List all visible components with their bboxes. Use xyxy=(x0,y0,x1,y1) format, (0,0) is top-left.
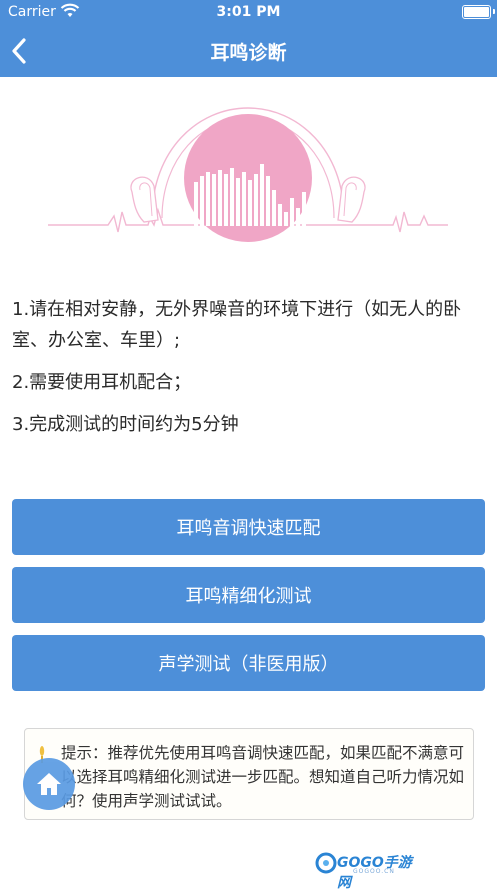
instruction-item: 1.请在相对安静，无外界噪音的环境下进行（如无人的卧室、办公室、车里）; xyxy=(12,299,462,351)
tip-box: 提示：推荐优先使用耳鸣音调快速匹配，如果匹配不满意可以选择耳鸣精细化测试进一步匹… xyxy=(24,728,474,820)
status-bar: Carrier 3:01 PM xyxy=(0,0,497,26)
battery-icon xyxy=(462,5,495,19)
watermark-domain: GOGOO.CN xyxy=(353,868,395,875)
fine-test-button[interactable]: 耳鸣精细化测试 xyxy=(12,567,485,623)
clock: 3:01 PM xyxy=(216,4,281,20)
watermark: GOGO手游网 GOGOO.CN xyxy=(315,850,425,891)
page-title: 耳鸣诊断 xyxy=(210,42,287,64)
instructions-list: 1.请在相对安静，无外界噪音的环境下进行（如无人的卧室、办公室、车里）; 2.需… xyxy=(12,294,482,451)
nav-bar: Carrier 3:01 PM 耳鸣诊断 xyxy=(0,0,497,77)
instruction-item: 3.完成测试的时间约为5分钟 xyxy=(12,414,239,435)
home-button[interactable] xyxy=(23,758,75,810)
tinnitus-illustration xyxy=(48,107,448,242)
tip-text: 提示：推荐优先使用耳鸣音调快速匹配，如果匹配不满意可以选择耳鸣精细化测试进一步匹… xyxy=(61,744,465,810)
instruction-item: 2.需要使用耳机配合； xyxy=(12,372,192,393)
quick-match-button[interactable]: 耳鸣音调快速匹配 xyxy=(12,499,485,555)
acoustic-test-button[interactable]: 声学测试（非医用版） xyxy=(12,635,485,691)
home-icon xyxy=(37,773,61,795)
gogo-logo-icon xyxy=(315,852,337,874)
